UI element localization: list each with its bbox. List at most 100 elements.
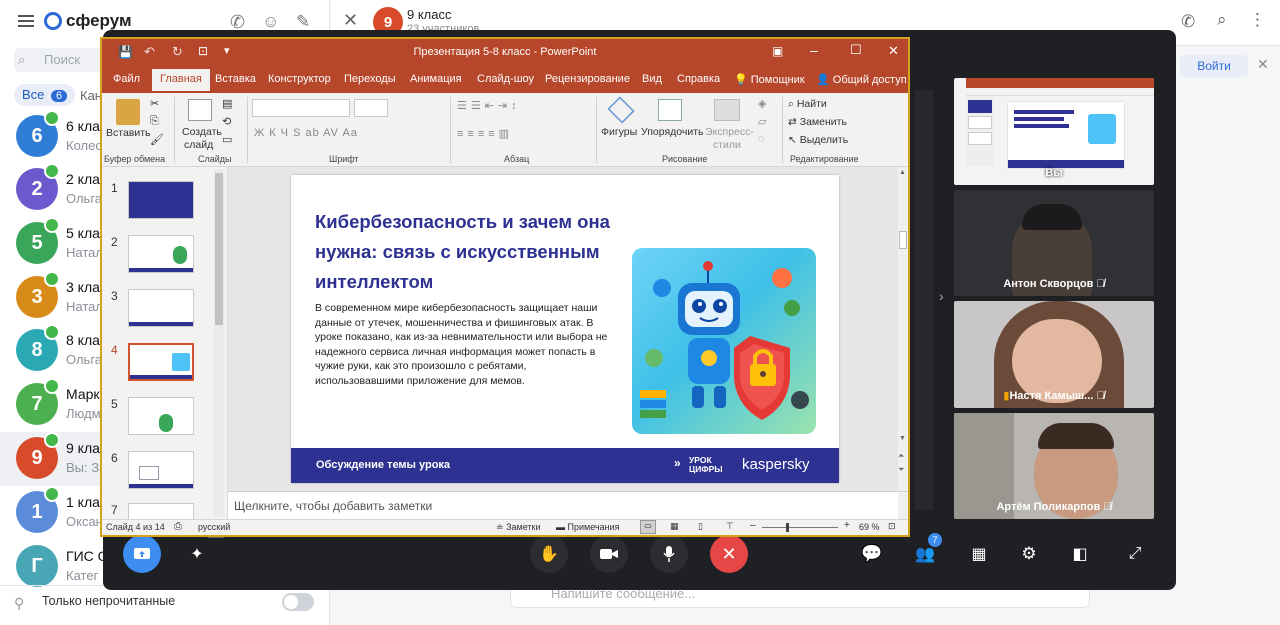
fit-slide-icon[interactable]: ⊡: [888, 521, 896, 532]
font-name-select[interactable]: [252, 99, 350, 117]
shape-outline-icon[interactable]: ▱: [758, 115, 766, 128]
unread-only-toggle[interactable]: [282, 593, 314, 611]
effects-button[interactable]: ✦ beta: [178, 531, 226, 573]
zoom-level[interactable]: 69 %: [859, 522, 880, 532]
ribbon-display-icon[interactable]: ▣: [772, 44, 783, 58]
participant-tile[interactable]: Антон Скворцов 🎙̸: [954, 190, 1154, 296]
arrange-button[interactable]: Упорядочить: [641, 126, 703, 138]
scroll-up-icon[interactable]: ▲: [899, 169, 906, 176]
slide-sorter-icon[interactable]: ▦: [670, 521, 679, 532]
participants-button[interactable]: 👥 7: [906, 533, 944, 573]
tab-design[interactable]: Конструктор: [268, 73, 331, 85]
select-button[interactable]: ↖ Выделить: [788, 134, 848, 146]
tell-me-search[interactable]: 💡 Помощник: [734, 73, 805, 86]
more-icon[interactable]: ⋮: [1249, 10, 1266, 30]
tab-animation[interactable]: Анимация: [410, 73, 462, 85]
fullscreen-button[interactable]: ⤢: [1116, 535, 1154, 573]
next-slide-icon[interactable]: ⏷: [898, 465, 904, 475]
close-window-icon[interactable]: ✕: [888, 43, 899, 59]
language-indicator[interactable]: русский: [198, 522, 230, 532]
tab-home[interactable]: Главная: [152, 69, 210, 91]
shape-fill-icon[interactable]: ◈: [758, 97, 766, 110]
menu-icon[interactable]: [18, 13, 34, 30]
tab-file[interactable]: Файл: [113, 73, 140, 85]
call-icon-header[interactable]: ✆: [1181, 12, 1195, 32]
participant-tile[interactable]: ▮Настя Камыш... 🎙̸: [954, 301, 1154, 408]
zoom-slider[interactable]: [762, 523, 838, 532]
notes-pane[interactable]: Щелкните, чтобы добавить заметки: [228, 491, 908, 520]
quick-styles-button-line2[interactable]: стили: [713, 139, 741, 151]
paragraph-list-icons[interactable]: ☰☰⇤⇥↕: [457, 99, 521, 112]
font-size-select[interactable]: [354, 99, 388, 117]
slide-thumbnail-7[interactable]: [128, 503, 194, 519]
tab-view[interactable]: Вид: [642, 73, 662, 85]
camera-button[interactable]: [590, 535, 628, 573]
close-chat-icon[interactable]: ✕: [343, 10, 358, 31]
contacts-icon[interactable]: ☺: [262, 12, 279, 32]
copy-icon[interactable]: ⎘: [150, 115, 159, 128]
join-button[interactable]: Войти: [1180, 55, 1248, 77]
pip-button[interactable]: ◧: [1061, 535, 1099, 573]
new-slide-button-line2[interactable]: слайд: [184, 139, 213, 151]
reading-view-icon[interactable]: ▯: [698, 521, 703, 532]
compose-icon[interactable]: ✎: [296, 12, 310, 32]
slide-thumbnail-4-selected[interactable]: [128, 343, 194, 381]
paragraph-align-icons[interactable]: ≡≡≡≡▥: [457, 127, 513, 140]
notes-scrollbar[interactable]: [898, 492, 908, 520]
raise-hand-button[interactable]: ✋: [530, 535, 568, 573]
search-input[interactable]: Поиск: [44, 52, 80, 67]
slideshow-icon[interactable]: ⊤: [726, 521, 734, 532]
slide-thumbnail-1[interactable]: [128, 181, 194, 219]
section-icon[interactable]: ▭: [222, 133, 232, 146]
slide-scrollbar[interactable]: ▲ ▼ ⏶ ⏷: [898, 167, 908, 491]
find-button[interactable]: ⌕ Найти: [788, 98, 827, 111]
participant-tile[interactable]: Артём Поликарпов 🎙̸: [954, 413, 1154, 519]
tab-help[interactable]: Справка: [677, 73, 720, 85]
format-painter-icon[interactable]: 🖌: [150, 133, 164, 146]
end-call-button[interactable]: ✕: [710, 535, 748, 573]
layout-icon[interactable]: ▤: [222, 97, 232, 110]
reset-icon[interactable]: ⟲: [222, 115, 231, 128]
prev-slide-icon[interactable]: ⏶: [898, 451, 904, 461]
spelling-icon[interactable]: ⎙: [174, 521, 182, 532]
font-format-buttons[interactable]: Ж К Ч S ab AV Aa: [254, 127, 358, 139]
slide-thumbnail-6[interactable]: [128, 451, 194, 489]
maximize-icon[interactable]: ☐: [850, 42, 862, 58]
filter-all-tab[interactable]: Все 6: [14, 84, 76, 106]
shapes-button[interactable]: Фигуры: [601, 126, 637, 138]
tab-transitions[interactable]: Переходы: [344, 73, 396, 85]
replace-button[interactable]: ⇄ Заменить: [788, 116, 847, 128]
new-slide-button[interactable]: Создать: [182, 126, 222, 138]
search-icon-header[interactable]: ⌕: [1217, 10, 1227, 30]
dismiss-icon[interactable]: ✕: [1257, 56, 1269, 73]
current-slide[interactable]: Кибербезопасность и зачем она нужна: свя…: [291, 175, 839, 483]
paste-button[interactable]: Вставить: [106, 127, 151, 139]
scroll-down-icon[interactable]: ▼: [899, 435, 906, 442]
tab-review[interactable]: Рецензирование: [545, 73, 630, 85]
chevron-right-icon[interactable]: ›: [939, 288, 944, 304]
chat-bubble-icon: 💬: [861, 544, 883, 563]
slide-thumbnail-5[interactable]: [128, 397, 194, 435]
normal-view-icon[interactable]: ▭: [640, 520, 656, 534]
zoom-out-icon[interactable]: –: [750, 520, 756, 531]
screen-share-button[interactable]: [123, 535, 161, 573]
notes-toggle[interactable]: ≐ Заметки: [496, 522, 541, 533]
quick-styles-button[interactable]: Экспресс-: [705, 126, 754, 138]
shape-effects-icon[interactable]: ◌: [758, 133, 765, 145]
participant-tile-self[interactable]: Вы: [954, 78, 1154, 185]
comments-toggle[interactable]: ▬ Примечания: [556, 522, 619, 532]
slide-thumbnail-3[interactable]: [128, 289, 194, 327]
settings-button[interactable]: ⚙: [1010, 535, 1048, 573]
cut-icon[interactable]: ✂: [150, 97, 159, 110]
slide-thumbnail-2[interactable]: [128, 235, 194, 273]
tab-slideshow[interactable]: Слайд-шоу: [477, 73, 534, 85]
grid-view-button[interactable]: ▦: [960, 535, 998, 573]
zoom-in-icon[interactable]: +: [844, 520, 850, 531]
thumbs-scrollbar[interactable]: [214, 169, 224, 517]
share-button[interactable]: 👤 Общий доступ: [816, 73, 907, 86]
microphone-button[interactable]: [650, 535, 688, 573]
chat-button[interactable]: 💬: [853, 535, 891, 573]
filter-channels-tab[interactable]: Кан: [80, 88, 102, 103]
minimize-icon[interactable]: –: [810, 42, 818, 58]
tab-insert[interactable]: Вставка: [215, 73, 256, 85]
